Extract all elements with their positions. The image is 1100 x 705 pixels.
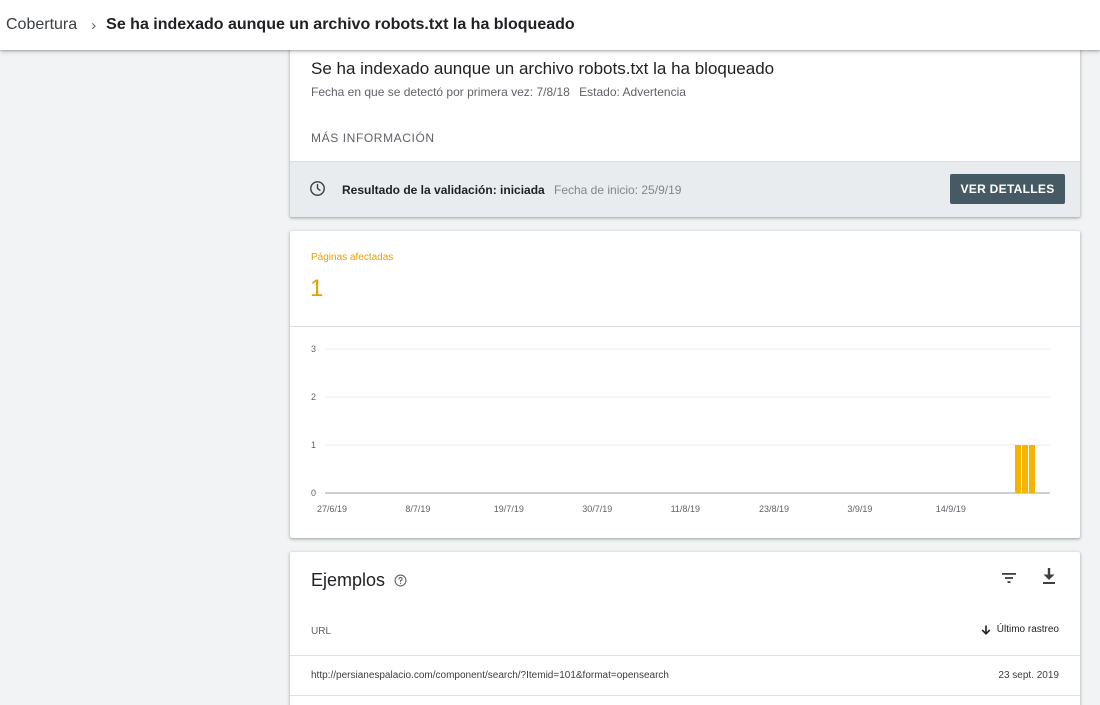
y-tick-label: 2 — [311, 392, 316, 402]
x-tick-label: 8/7/19 — [405, 504, 430, 514]
y-tick-label: 3 — [311, 344, 316, 354]
arrow-down-icon — [981, 625, 991, 635]
chart-bar — [1015, 445, 1021, 493]
examples-heading: Ejemplos — [311, 570, 407, 591]
row-last-crawl: 23 sept. 2019 — [998, 670, 1059, 681]
more-info-link[interactable]: MÁS INFORMACIÓN — [311, 131, 435, 145]
validation-start-date: Fecha de inicio: 25/9/19 — [554, 183, 682, 197]
breadcrumb-current: Se ha indexado aunque un archivo robots.… — [106, 16, 575, 33]
table-row[interactable]: http://persianespalacio.com/component/se… — [290, 656, 1080, 696]
x-tick-label: 19/7/19 — [494, 504, 524, 514]
chart-bar — [1022, 445, 1028, 493]
x-tick-label: 3/9/19 — [847, 504, 872, 514]
issue-card: Se ha indexado aunque un archivo robots.… — [290, 44, 1080, 217]
breadcrumb-root-link[interactable]: Cobertura — [6, 16, 77, 34]
x-tick-label: 30/7/19 — [582, 504, 612, 514]
clock-icon — [310, 181, 325, 196]
x-tick-label: 11/8/19 — [671, 504, 700, 514]
issue-title: Se ha indexado aunque un archivo robots.… — [311, 59, 775, 78]
view-details-button[interactable]: VER DETALLES — [950, 174, 1065, 204]
status-text: Estado: Advertencia — [579, 85, 686, 99]
affected-pages-chart: 0 1 2 3 27/6/19 8/7/19 19/7/19 30/7/19 11/8/19 23… — [311, 344, 1050, 514]
column-header-last-crawl[interactable]: Último rastreo — [981, 624, 1059, 635]
first-detected-text: Fecha en que se detectó por primera vez:… — [311, 85, 570, 99]
validation-result: Resultado de la validación: iniciada — [342, 183, 545, 197]
last-crawl-label: Último rastreo — [996, 624, 1059, 635]
filter-icon[interactable] — [1001, 570, 1017, 586]
x-tick-label: 27/6/19 — [317, 504, 347, 514]
row-url: http://persianespalacio.com/component/se… — [311, 670, 669, 681]
x-tick-label: 23/8/19 — [759, 504, 789, 514]
issue-meta: Fecha en que se detectó por primera vez:… — [311, 85, 692, 99]
column-header-url[interactable]: URL — [311, 626, 331, 637]
chart-bar — [1029, 445, 1035, 493]
examples-card: Ejemplos URL Último rastreo http://persi… — [290, 552, 1080, 705]
affected-pages-card: Páginas afectadas 1 0 1 2 3 27/6/19 8/7/19 19/… — [290, 231, 1080, 538]
breadcrumb-separator: › — [91, 16, 97, 34]
examples-title: Ejemplos — [311, 570, 386, 590]
y-tick-label: 1 — [311, 440, 316, 450]
x-tick-label: 14/9/19 — [936, 504, 966, 514]
y-tick-label: 0 — [311, 488, 316, 498]
affected-pages-value: 1 — [310, 275, 324, 302]
affected-pages-label: Páginas afectadas — [311, 252, 394, 263]
validation-band: Resultado de la validación: iniciada Fec… — [290, 161, 1080, 217]
breadcrumb: Cobertura › Se ha indexado aunque un arc… — [0, 0, 1100, 50]
download-icon[interactable] — [1041, 567, 1057, 585]
help-circle-icon[interactable] — [394, 574, 407, 587]
